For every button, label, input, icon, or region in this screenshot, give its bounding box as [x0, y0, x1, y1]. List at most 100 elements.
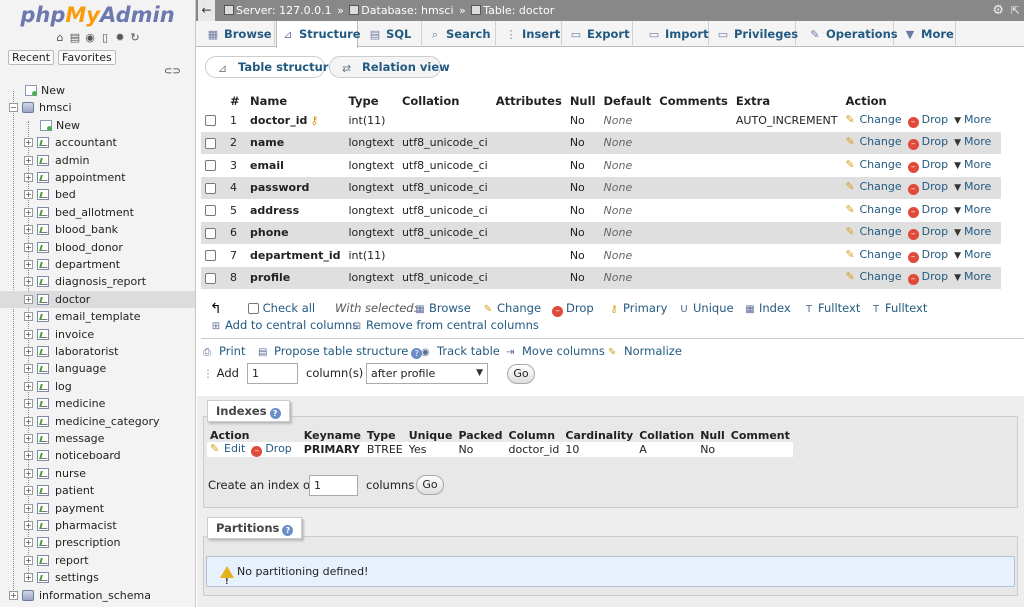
nav-table-admin[interactable]: + admin — [0, 152, 195, 169]
tree-label[interactable]: blood_donor — [55, 239, 123, 256]
tab-search[interactable]: ⌕ Search — [424, 21, 496, 47]
field-name[interactable]: doctor_id ⚷ — [246, 109, 345, 132]
bulk-index-button[interactable]: ▦ Index — [744, 301, 790, 315]
expand-icon[interactable]: + — [24, 207, 33, 217]
nav-table-settings[interactable]: + settings — [0, 569, 195, 586]
change-button[interactable]: ✎ Change — [846, 180, 902, 193]
expand-icon[interactable]: + — [24, 416, 33, 426]
nav-table-noticeboard[interactable]: + noticeboard — [0, 447, 195, 464]
drop-button[interactable]: – Drop — [907, 203, 948, 218]
tree-label[interactable]: bed_allotment — [55, 204, 134, 221]
create-index-count-input[interactable]: 1 — [309, 475, 358, 496]
breadcrumb-server[interactable]: Server: 127.0.0.1 — [236, 4, 332, 17]
tab-export[interactable]: ▭ Export — [565, 21, 633, 47]
tree-label[interactable]: log — [55, 378, 72, 395]
expand-icon[interactable]: + — [24, 364, 33, 374]
nav-new-table[interactable]: New — [0, 117, 195, 134]
nav-table-pharmacist[interactable]: + pharmacist — [0, 517, 195, 534]
bulk-fulltext-button-2[interactable]: T Fulltext — [870, 301, 927, 315]
track-table-link[interactable]: ◉ Track table — [421, 344, 500, 358]
nav-table-bed-allotment[interactable]: + bed_allotment — [0, 204, 195, 221]
nav-table-laboratorist[interactable]: + laboratorist — [0, 343, 195, 360]
expand-icon[interactable]: + — [24, 381, 33, 391]
row-checkbox[interactable] — [205, 160, 216, 172]
tree-label[interactable]: language — [55, 360, 106, 377]
nav-table-blood-bank[interactable]: + blood_bank — [0, 221, 195, 238]
add-central-columns-button[interactable]: ⊞ Add to central columns — [210, 318, 358, 332]
tree-label[interactable]: email_template — [55, 308, 141, 325]
breadcrumb-table[interactable]: Table: doctor — [483, 4, 554, 17]
expand-icon[interactable]: + — [24, 486, 33, 496]
field-name[interactable]: email — [246, 154, 345, 177]
row-checkbox[interactable] — [205, 182, 216, 194]
tree-label[interactable]: blood_bank — [55, 221, 118, 238]
nav-table-payment[interactable]: + payment — [0, 500, 195, 517]
index-edit-button[interactable]: ✎ Edit — [210, 442, 245, 455]
tree-label[interactable]: doctor — [55, 291, 90, 308]
nav-database-information-schema[interactable]: + information_schema — [0, 587, 195, 604]
check-all[interactable]: Check all — [248, 301, 315, 315]
bulk-unique-button[interactable]: U Unique — [678, 301, 733, 315]
tree-label[interactable]: appointment — [55, 169, 126, 186]
tree-label[interactable]: laboratorist — [55, 343, 118, 360]
nav-table-invoice[interactable]: + invoice — [0, 326, 195, 343]
tree-label[interactable]: invoice — [55, 326, 94, 343]
bulk-change-button[interactable]: ✎ Change — [482, 301, 541, 315]
tree-label[interactable]: diagnosis_report — [55, 273, 146, 290]
field-name[interactable]: phone — [246, 221, 345, 244]
nav-table-appointment[interactable]: + appointment — [0, 169, 195, 186]
tree-label[interactable]: hmsci — [39, 99, 72, 116]
nav-table-nurse[interactable]: + nurse — [0, 465, 195, 482]
expand-icon[interactable]: + — [9, 590, 18, 600]
nav-table-prescription[interactable]: + prescription — [0, 534, 195, 551]
tab-operations[interactable]: ✎ Operations — [804, 21, 898, 47]
expand-icon[interactable]: + — [24, 555, 33, 565]
nav-table-medicine-category[interactable]: + medicine_category — [0, 413, 195, 430]
expand-icon[interactable]: + — [24, 468, 33, 478]
change-button[interactable]: ✎ Change — [846, 225, 902, 238]
nav-table-diagnosis-report[interactable]: + diagnosis_report — [0, 273, 195, 290]
nav-table-log[interactable]: + log — [0, 378, 195, 395]
subtab-table-structure[interactable]: ⊿ Table structure — [205, 56, 336, 78]
add-columns-count-input[interactable]: 1 — [247, 363, 298, 384]
nav-table-report[interactable]: + report — [0, 552, 195, 569]
expand-icon[interactable]: + — [24, 277, 33, 287]
nav-table-email-template[interactable]: + email_template — [0, 308, 195, 325]
nav-table-patient[interactable]: + patient — [0, 482, 195, 499]
field-name[interactable]: profile — [246, 266, 345, 289]
field-name[interactable]: name — [246, 131, 345, 154]
expand-icon[interactable]: + — [24, 329, 33, 339]
change-button[interactable]: ✎ Change — [846, 248, 902, 261]
more-button[interactable]: ▼ More — [954, 225, 991, 238]
tab-privileges[interactable]: ▭ Privileges — [712, 21, 798, 47]
home-icon[interactable]: ⌂ — [54, 32, 66, 44]
tree-label[interactable]: bed — [55, 186, 76, 203]
change-button[interactable]: ✎ Change — [846, 270, 902, 283]
change-button[interactable]: ✎ Change — [846, 158, 902, 171]
row-checkbox[interactable] — [205, 227, 216, 239]
tree-label[interactable]: noticeboard — [55, 447, 121, 464]
more-button[interactable]: ▼ More — [954, 135, 991, 148]
tab-more[interactable]: ▼ More — [899, 21, 956, 47]
change-button[interactable]: ✎ Change — [846, 203, 902, 216]
expand-icon[interactable]: + — [24, 260, 33, 269]
nav-table-bed[interactable]: + bed — [0, 186, 195, 203]
link-with-main-panel-icon[interactable]: ⊂⊃ — [164, 66, 181, 77]
expand-icon[interactable]: + — [24, 294, 33, 304]
expand-icon[interactable]: + — [24, 399, 33, 409]
expand-icon[interactable]: + — [24, 503, 33, 513]
create-index-go-button[interactable]: Go — [416, 475, 444, 495]
nav-table-doctor[interactable]: + doctor — [0, 290, 195, 309]
field-name[interactable]: address — [246, 199, 345, 222]
help-icon[interactable]: ? — [269, 408, 281, 419]
nav-database-hmsci[interactable]: − hmsci — [0, 99, 195, 116]
nav-new-database[interactable]: New — [0, 82, 195, 99]
back-arrow-icon[interactable]: ← — [198, 0, 215, 21]
expand-icon[interactable]: + — [24, 312, 33, 322]
nav-table-medicine[interactable]: + medicine — [0, 395, 195, 412]
tab-browse[interactable]: ▦ Browse — [202, 21, 275, 47]
add-columns-position-select[interactable]: after profile ▼ — [366, 363, 488, 384]
more-button[interactable]: ▼ More — [954, 248, 991, 261]
expand-icon[interactable]: + — [24, 225, 33, 235]
tab-import[interactable]: ▭ Import — [643, 21, 709, 47]
